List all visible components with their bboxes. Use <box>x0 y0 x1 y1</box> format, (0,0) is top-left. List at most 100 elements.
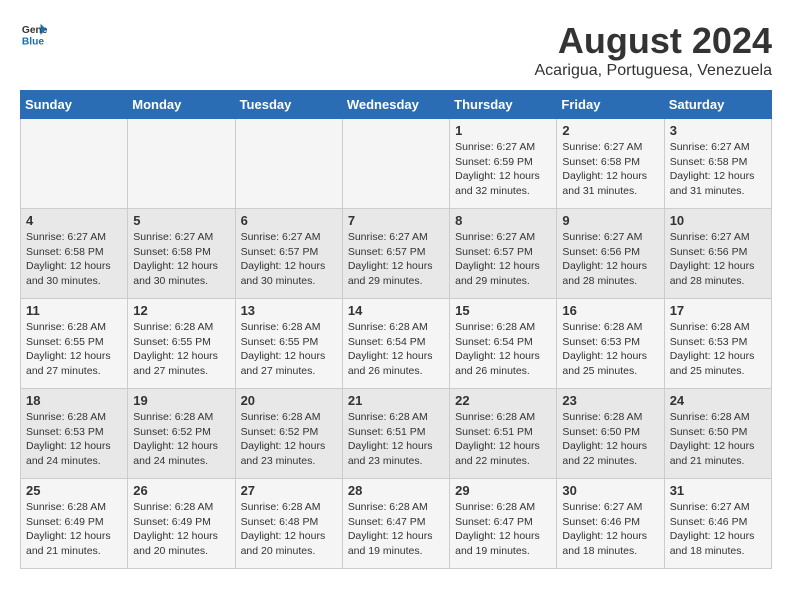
cell-0-3 <box>342 119 449 209</box>
header-tuesday: Tuesday <box>235 91 342 119</box>
cell-content: Sunrise: 6:28 AM Sunset: 6:51 PM Dayligh… <box>455 411 540 467</box>
cell-0-2 <box>235 119 342 209</box>
cell-content: Sunrise: 6:28 AM Sunset: 6:50 PM Dayligh… <box>670 411 755 467</box>
cell-content: Sunrise: 6:28 AM Sunset: 6:55 PM Dayligh… <box>241 321 326 377</box>
day-number: 29 <box>455 483 551 498</box>
cell-content: Sunrise: 6:27 AM Sunset: 6:58 PM Dayligh… <box>133 231 218 287</box>
day-number: 27 <box>241 483 337 498</box>
cell-1-0: 4Sunrise: 6:27 AM Sunset: 6:58 PM Daylig… <box>21 209 128 299</box>
cell-content: Sunrise: 6:28 AM Sunset: 6:53 PM Dayligh… <box>562 321 647 377</box>
cell-content: Sunrise: 6:28 AM Sunset: 6:53 PM Dayligh… <box>670 321 755 377</box>
logo: General Blue <box>20 20 48 48</box>
day-number: 8 <box>455 213 551 228</box>
cell-1-6: 10 Sunrise: 6:27 AM Sunset: 6:56 PM Dayli… <box>664 209 771 299</box>
cell-content: Sunrise: 6:28 AM Sunset: 6:51 PM Dayligh… <box>348 411 433 467</box>
day-number: 31 <box>670 483 766 498</box>
cell-content: Sunrise: 6:28 AM Sunset: 6:54 PM Dayligh… <box>348 321 433 377</box>
day-number: 3 <box>670 123 766 138</box>
logo-icon: General Blue <box>20 20 48 48</box>
day-number: 25 <box>26 483 122 498</box>
cell-1-1: 5 Sunrise: 6:27 AM Sunset: 6:58 PM Daylig… <box>128 209 235 299</box>
header-monday: Monday <box>128 91 235 119</box>
cell-2-3: 14 Sunrise: 6:28 AM Sunset: 6:54 PM Dayli… <box>342 299 449 389</box>
calendar-table: SundayMondayTuesdayWednesdayThursdayFrid… <box>20 90 772 569</box>
cell-4-3: 28 Sunrise: 6:28 AM Sunset: 6:47 PM Dayli… <box>342 479 449 569</box>
cell-3-1: 19 Sunrise: 6:28 AM Sunset: 6:52 PM Dayli… <box>128 389 235 479</box>
cell-3-0: 18 Sunrise: 6:28 AM Sunset: 6:53 PM Dayli… <box>21 389 128 479</box>
cell-content: Sunrise: 6:28 AM Sunset: 6:53 PM Dayligh… <box>26 411 111 467</box>
week-row-2: 4Sunrise: 6:27 AM Sunset: 6:58 PM Daylig… <box>21 209 772 299</box>
cell-content: Sunrise: 6:28 AM Sunset: 6:55 PM Dayligh… <box>26 321 111 377</box>
cell-4-1: 26 Sunrise: 6:28 AM Sunset: 6:49 PM Dayli… <box>128 479 235 569</box>
cell-0-1 <box>128 119 235 209</box>
cell-content: Sunrise: 6:27 AM Sunset: 6:56 PM Dayligh… <box>562 231 647 287</box>
week-row-4: 18 Sunrise: 6:28 AM Sunset: 6:53 PM Dayli… <box>21 389 772 479</box>
cell-4-2: 27Sunrise: 6:28 AM Sunset: 6:48 PM Dayli… <box>235 479 342 569</box>
cell-content: Sunrise: 6:27 AM Sunset: 6:58 PM Dayligh… <box>670 141 755 197</box>
day-number: 7 <box>348 213 444 228</box>
cell-2-6: 17 Sunrise: 6:28 AM Sunset: 6:53 PM Dayli… <box>664 299 771 389</box>
cell-2-2: 13 Sunrise: 6:28 AM Sunset: 6:55 PM Dayli… <box>235 299 342 389</box>
subtitle: Acarigua, Portuguesa, Venezuela <box>535 62 773 80</box>
cell-0-0 <box>21 119 128 209</box>
cell-content: Sunrise: 6:27 AM Sunset: 6:46 PM Dayligh… <box>670 501 755 557</box>
day-number: 1 <box>455 123 551 138</box>
cell-0-6: 3 Sunrise: 6:27 AM Sunset: 6:58 PM Daylig… <box>664 119 771 209</box>
cell-3-6: 24 Sunrise: 6:28 AM Sunset: 6:50 PM Dayli… <box>664 389 771 479</box>
day-number: 11 <box>26 303 122 318</box>
cell-0-4: 1 Sunrise: 6:27 AM Sunset: 6:59 PM Daylig… <box>450 119 557 209</box>
cell-3-2: 20Sunrise: 6:28 AM Sunset: 6:52 PM Dayli… <box>235 389 342 479</box>
cell-1-2: 6Sunrise: 6:27 AM Sunset: 6:57 PM Daylig… <box>235 209 342 299</box>
title-area: August 2024 Acarigua, Portuguesa, Venezu… <box>535 20 773 80</box>
cell-content: Sunrise: 6:28 AM Sunset: 6:50 PM Dayligh… <box>562 411 647 467</box>
day-number: 15 <box>455 303 551 318</box>
cell-2-0: 11 Sunrise: 6:28 AM Sunset: 6:55 PM Dayli… <box>21 299 128 389</box>
day-number: 30 <box>562 483 658 498</box>
day-number: 28 <box>348 483 444 498</box>
cell-content: Sunrise: 6:28 AM Sunset: 6:47 PM Dayligh… <box>455 501 540 557</box>
day-number: 26 <box>133 483 229 498</box>
header-friday: Friday <box>557 91 664 119</box>
cell-4-0: 25 Sunrise: 6:28 AM Sunset: 6:49 PM Dayli… <box>21 479 128 569</box>
cell-content: Sunrise: 6:28 AM Sunset: 6:55 PM Dayligh… <box>133 321 218 377</box>
cell-content: Sunrise: 6:28 AM Sunset: 6:52 PM Dayligh… <box>133 411 218 467</box>
cell-content: Sunrise: 6:28 AM Sunset: 6:49 PM Dayligh… <box>26 501 111 557</box>
day-number: 19 <box>133 393 229 408</box>
day-number: 6 <box>241 213 337 228</box>
day-number: 9 <box>562 213 658 228</box>
header: General Blue August 2024 Acarigua, Portu… <box>20 20 772 80</box>
cell-content: Sunrise: 6:27 AM Sunset: 6:56 PM Dayligh… <box>670 231 755 287</box>
day-number: 16 <box>562 303 658 318</box>
day-number: 18 <box>26 393 122 408</box>
header-saturday: Saturday <box>664 91 771 119</box>
day-number: 10 <box>670 213 766 228</box>
cell-0-5: 2Sunrise: 6:27 AM Sunset: 6:58 PM Daylig… <box>557 119 664 209</box>
cell-3-3: 21 Sunrise: 6:28 AM Sunset: 6:51 PM Dayli… <box>342 389 449 479</box>
cell-content: Sunrise: 6:27 AM Sunset: 6:57 PM Dayligh… <box>455 231 540 287</box>
day-number: 5 <box>133 213 229 228</box>
cell-content: Sunrise: 6:28 AM Sunset: 6:52 PM Dayligh… <box>241 411 326 467</box>
week-row-3: 11 Sunrise: 6:28 AM Sunset: 6:55 PM Dayli… <box>21 299 772 389</box>
cell-1-3: 7 Sunrise: 6:27 AM Sunset: 6:57 PM Daylig… <box>342 209 449 299</box>
week-row-5: 25 Sunrise: 6:28 AM Sunset: 6:49 PM Dayli… <box>21 479 772 569</box>
header-wednesday: Wednesday <box>342 91 449 119</box>
cell-content: Sunrise: 6:27 AM Sunset: 6:59 PM Dayligh… <box>455 141 540 197</box>
cell-1-5: 9 Sunrise: 6:27 AM Sunset: 6:56 PM Daylig… <box>557 209 664 299</box>
cell-content: Sunrise: 6:28 AM Sunset: 6:49 PM Dayligh… <box>133 501 218 557</box>
cell-4-4: 29 Sunrise: 6:28 AM Sunset: 6:47 PM Dayli… <box>450 479 557 569</box>
cell-2-5: 16 Sunrise: 6:28 AM Sunset: 6:53 PM Dayli… <box>557 299 664 389</box>
day-number: 17 <box>670 303 766 318</box>
cell-4-6: 31 Sunrise: 6:27 AM Sunset: 6:46 PM Dayli… <box>664 479 771 569</box>
cell-content: Sunrise: 6:28 AM Sunset: 6:47 PM Dayligh… <box>348 501 433 557</box>
cell-4-5: 30Sunrise: 6:27 AM Sunset: 6:46 PM Dayli… <box>557 479 664 569</box>
main-title: August 2024 <box>535 20 773 62</box>
cell-content: Sunrise: 6:28 AM Sunset: 6:54 PM Dayligh… <box>455 321 540 377</box>
day-number: 14 <box>348 303 444 318</box>
header-thursday: Thursday <box>450 91 557 119</box>
day-number: 24 <box>670 393 766 408</box>
day-number: 21 <box>348 393 444 408</box>
cell-3-4: 22Sunrise: 6:28 AM Sunset: 6:51 PM Dayli… <box>450 389 557 479</box>
day-number: 13 <box>241 303 337 318</box>
week-row-1: 1 Sunrise: 6:27 AM Sunset: 6:59 PM Daylig… <box>21 119 772 209</box>
cell-content: Sunrise: 6:27 AM Sunset: 6:57 PM Dayligh… <box>348 231 433 287</box>
